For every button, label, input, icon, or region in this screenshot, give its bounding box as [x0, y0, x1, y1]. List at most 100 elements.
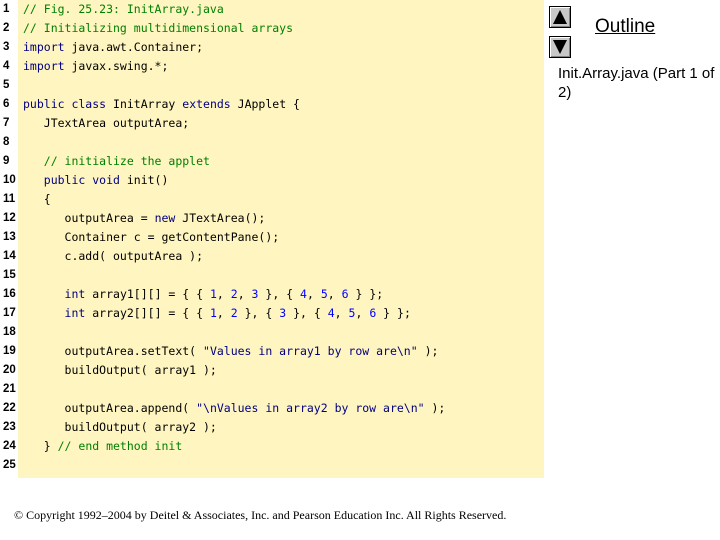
code-token-plain: } }; [348, 287, 384, 301]
code-token-number: 4 [300, 287, 307, 301]
line-number: 11 [3, 193, 16, 205]
code-token-keyword: public class [23, 97, 107, 111]
code-token-plain: JApplet { [230, 97, 300, 111]
code-text: JTextArea outputArea; [23, 114, 189, 133]
line-number: 5 [3, 79, 10, 91]
code-text: Container c = getContentPane(); [23, 228, 280, 247]
code-token-plain: ); [424, 401, 446, 415]
line-number: 8 [3, 136, 10, 148]
code-token-plain: outputArea.append( [23, 401, 197, 415]
line-number: 3 [3, 41, 10, 53]
previous-slide-button[interactable] [549, 6, 571, 28]
triangle-up-icon [553, 10, 567, 24]
line-number: 9 [3, 155, 10, 167]
code-token-plain: }, { [286, 306, 328, 320]
code-token-keyword: import [23, 40, 65, 54]
code-text: // initialize the applet [23, 152, 210, 171]
line-number: 18 [3, 326, 16, 338]
code-token-plain: , [216, 306, 231, 320]
code-text: outputArea.append( "\nValues in array2 b… [23, 399, 446, 418]
line-number: 16 [3, 288, 16, 300]
line-number: 19 [3, 345, 16, 357]
code-listing-panel: 1 // Fig. 25.23: InitArray.java 2 // Initia… [0, 0, 544, 478]
code-token-keyword: new [154, 211, 176, 225]
code-token-keyword: public void [23, 173, 120, 187]
code-token-plain: init() [119, 173, 169, 187]
code-token-plain: InitArray [106, 97, 183, 111]
code-token-plain: }, { [237, 306, 280, 320]
slide-caption: Init.Array.java (Part 1 of 2) [558, 65, 715, 101]
code-token-plain: , [355, 306, 370, 320]
line-number: 12 [3, 212, 16, 224]
line-number: 25 [3, 459, 16, 471]
code-token-plain: ); [417, 344, 439, 358]
code-text: buildOutput( array1 ); [23, 361, 217, 380]
code-token-comment: // initialize the applet [23, 154, 210, 168]
code-token-plain: , [306, 287, 321, 301]
code-token-number: 1 [209, 287, 217, 301]
line-number: 14 [3, 250, 16, 262]
code-token-plain: , [327, 287, 342, 301]
line-number: 21 [3, 383, 16, 395]
line-number: 20 [3, 364, 16, 376]
code-token-plain: , [237, 287, 252, 301]
code-token-plain: outputArea = [23, 211, 155, 225]
code-token-plain: Container c = getContentPane(); [23, 230, 280, 244]
code-token-plain: JTextArea(); [175, 211, 266, 225]
code-token-plain: javax.swing.*; [64, 59, 169, 73]
code-token-plain: { [23, 192, 51, 206]
code-text: c.add( outputArea ); [23, 247, 203, 266]
code-token-number: 2 [230, 287, 238, 301]
code-text: int array2[][] = { { 1, 2 }, { 3 }, { 4,… [23, 304, 411, 323]
code-text: int array1[][] = { { 1, 2, 3 }, { 4, 5, … [23, 285, 384, 304]
code-token-plain: buildOutput( array1 ); [23, 363, 217, 377]
code-token-string: "\nValues in array2 by row are\n" [196, 401, 425, 415]
code-token-plain: buildOutput( array2 ); [23, 420, 217, 434]
line-number: 13 [3, 231, 16, 243]
code-text: import java.awt.Container; [23, 38, 203, 57]
line-number: 15 [3, 269, 16, 281]
code-token-plain: JTextArea outputArea; [23, 116, 190, 130]
code-token-number: 1 [209, 306, 217, 320]
line-number: 7 [3, 117, 10, 129]
code-text: outputArea.setText( "Values in array1 by… [23, 342, 439, 361]
next-slide-button[interactable] [549, 36, 571, 58]
code-text: outputArea = new JTextArea(); [23, 209, 266, 228]
copyright-footer: © Copyright 1992–2004 by Deitel & Associ… [14, 508, 507, 522]
code-text: buildOutput( array2 ); [23, 418, 217, 437]
code-text: public class InitArray extends JApplet { [23, 95, 300, 114]
code-token-number: 2 [230, 306, 238, 320]
code-text: // Fig. 25.23: InitArray.java [23, 0, 224, 19]
code-token-plain: } }; [376, 306, 411, 320]
code-token-keyword: import [23, 59, 65, 73]
line-number: 10 [3, 174, 16, 186]
code-token-keyword: extends [182, 97, 231, 111]
code-token-plain: c.add( outputArea ); [23, 249, 204, 263]
line-number: 17 [3, 307, 16, 319]
code-token-plain: , [334, 306, 349, 320]
outline-link[interactable]: Outline [595, 16, 655, 38]
code-token-keyword: int [64, 287, 86, 301]
code-token-string: "Values in array1 by row are\n" [203, 344, 418, 358]
line-number: 22 [3, 402, 16, 414]
code-text: // Initializing multidimensional arrays [23, 19, 293, 38]
line-number: 4 [3, 60, 10, 72]
line-number: 2 [3, 22, 10, 34]
triangle-down-icon [553, 40, 567, 54]
code-text: import javax.swing.*; [23, 57, 168, 76]
code-token-keyword: int [64, 306, 86, 320]
line-number: 23 [3, 421, 16, 433]
line-number: 24 [3, 440, 16, 452]
code-token-plain: array2[][] = { { [85, 306, 210, 320]
code-text: } // end method init [23, 437, 182, 456]
code-token-comment: // Initializing multidimensional arrays [23, 21, 294, 35]
line-number: 1 [3, 3, 10, 15]
code-text: { [23, 190, 51, 209]
code-token-comment: // end method init [57, 439, 183, 453]
code-token-plain: } [23, 439, 58, 453]
code-token-plain: array1[][] = { { [85, 287, 210, 301]
code-token-number: 5 [320, 287, 328, 301]
code-token-plain: outputArea.setText( [23, 344, 204, 358]
line-number: 6 [3, 98, 10, 110]
